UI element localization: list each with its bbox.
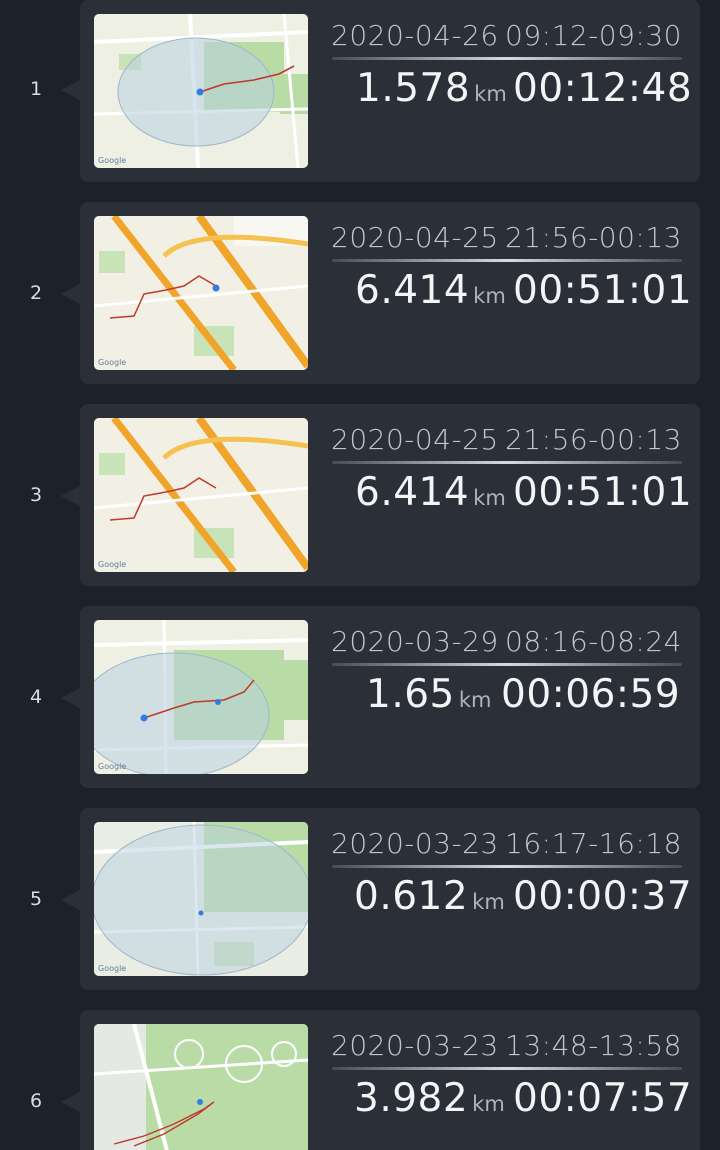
record-index: 5 [29,888,43,910]
card-pointer [61,1092,80,1112]
record-date: 2020-03-23 [331,827,499,860]
record-date: 2020-04-26 [331,19,499,52]
route-map-thumbnail[interactable]: Google [94,418,308,572]
record-distance: 1.65 km [366,672,491,717]
route-map-image: Google [94,620,308,774]
map-watermark: Google [98,762,126,771]
card-pointer [61,486,80,506]
record-duration: 00:07:57 [513,1076,693,1121]
record-date: 2020-04-25 [331,221,499,254]
record-time-range: 21:56-00:13 [505,423,682,456]
route-map-thumbnail[interactable]: Google [94,14,308,168]
workout-record[interactable]: 1 Google 2020-04-26 09:12-09:30 1.578 km… [0,0,720,182]
distance-unit: km [472,1092,505,1116]
record-card[interactable]: Google 2020-04-25 21:56-00:13 6.414 km 00… [80,202,700,384]
distance-unit: km [473,486,506,510]
route-map-thumbnail[interactable]: Google [94,822,308,976]
record-card[interactable]: Google 2020-04-25 21:56-00:13 6.414 km 00… [80,404,700,586]
record-time-range: 09:12-09:30 [505,19,682,52]
map-watermark: Google [98,358,126,367]
record-duration: 00:51:01 [513,268,693,313]
record-index: 4 [29,686,43,708]
workout-record[interactable]: 2 Google 2020-04-25 21:56-00:13 6.414 km… [0,202,720,384]
record-card[interactable]: Google 2020-03-23 16:17-16:18 0.612 km 00… [80,808,700,990]
record-index: 2 [29,282,43,304]
record-duration: 00:06:59 [501,672,681,717]
card-divider [332,461,682,464]
distance-value: 3.982 [354,1076,469,1121]
record-date: 2020-03-23 [331,1029,499,1062]
record-time-range: 13:48-13:58 [505,1029,682,1062]
card-divider [332,663,682,666]
record-time-range: 21:56-00:13 [505,221,682,254]
record-time-range: 16:17-16:18 [505,827,682,860]
distance-value: 6.414 [355,470,470,515]
route-map-image [94,1024,308,1150]
route-map-thumbnail[interactable] [94,1024,308,1150]
route-map-image: Google [94,822,308,976]
record-card[interactable]: Google 2020-03-29 08:16-08:24 1.65 km 00:… [80,606,700,788]
record-index: 6 [29,1090,43,1112]
record-distance: 6.414 km [355,470,506,515]
route-map-image: Google [94,14,308,168]
card-pointer [61,80,80,100]
route-map-image: Google [94,216,308,370]
record-duration: 00:00:37 [513,874,693,919]
card-divider [332,1067,682,1070]
record-date: 2020-03-29 [331,625,499,658]
route-map-image: Google [94,418,308,572]
record-card[interactable]: Google 2020-04-26 09:12-09:30 1.578 km 00… [80,0,700,182]
distance-unit: km [472,890,505,914]
card-pointer [61,890,80,910]
distance-value: 1.65 [366,672,455,717]
card-pointer [61,284,80,304]
record-distance: 1.578 km [356,66,507,111]
record-duration: 00:51:01 [513,470,693,515]
distance-value: 1.578 [356,66,471,111]
record-time-range: 08:16-08:24 [505,625,682,658]
distance-unit: km [474,82,507,106]
record-distance: 0.612 km [354,874,505,919]
distance-unit: km [473,284,506,308]
card-divider [332,57,682,60]
map-watermark: Google [98,156,126,165]
record-index: 1 [29,78,43,100]
record-duration: 00:12:48 [513,66,693,111]
record-index: 3 [29,484,43,506]
map-watermark: Google [98,964,126,973]
workout-record[interactable]: 3 Google 2020-04-25 21:56-00:13 6.414 km… [0,404,720,586]
card-divider [332,865,682,868]
card-pointer [61,688,80,708]
card-divider [332,259,682,262]
record-distance: 3.982 km [354,1076,505,1121]
route-map-thumbnail[interactable]: Google [94,216,308,370]
record-card[interactable]: 2020-03-23 13:48-13:58 3.982 km 00:07:57 [80,1010,700,1150]
map-watermark: Google [98,560,126,569]
record-distance: 6.414 km [355,268,506,313]
workout-record[interactable]: 5 Google 2020-03-23 16:17-16:18 0.612 km… [0,808,720,990]
distance-value: 6.414 [355,268,470,313]
workout-record[interactable]: 6 2020-03-23 13:48-13:58 3.982 km 00:07:… [0,1010,720,1150]
distance-value: 0.612 [354,874,469,919]
distance-unit: km [458,688,492,712]
record-date: 2020-04-25 [331,423,499,456]
route-map-thumbnail[interactable]: Google [94,620,308,774]
workout-record[interactable]: 4 Google 2020-03-29 08:16-08:24 1.65 km … [0,606,720,788]
